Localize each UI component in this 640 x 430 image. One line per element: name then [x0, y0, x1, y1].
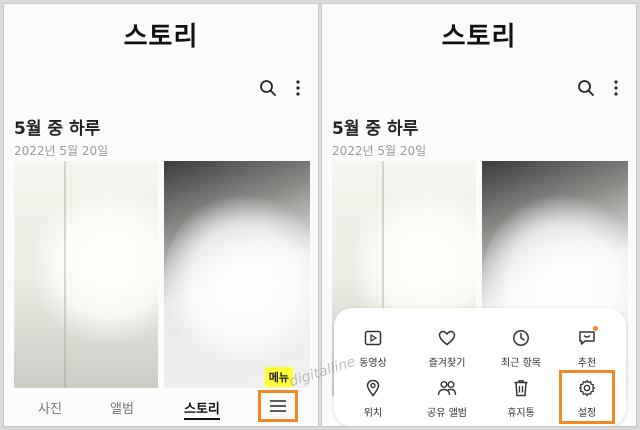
- story-date: 2022년 5월 20일: [332, 144, 427, 158]
- menu-item-trash[interactable]: 휴지통: [489, 378, 553, 419]
- menu-item-recent[interactable]: 최근 항목: [489, 328, 553, 369]
- action-bar: [258, 78, 308, 98]
- app-title: 스토리: [123, 22, 199, 52]
- menu-item-favorites[interactable]: 즐겨찾기: [415, 328, 479, 369]
- story-photo[interactable]: [164, 161, 310, 396]
- menu-item-shared-albums[interactable]: 공유 앨범: [415, 378, 479, 419]
- video-icon: [341, 328, 405, 348]
- story-photo[interactable]: [14, 161, 158, 396]
- menu-button[interactable]: [258, 390, 298, 422]
- menu-item-locations[interactable]: 위치: [341, 378, 405, 419]
- more-vert-icon[interactable]: [288, 78, 308, 98]
- notification-dot: [593, 326, 598, 331]
- menu-item-suggestions[interactable]: 추천: [555, 326, 619, 369]
- story-date: 2022년 5월 20일: [14, 144, 109, 158]
- bottom-nav: 사진 앨범 스토리: [4, 388, 318, 426]
- tab-photos[interactable]: 사진: [38, 398, 62, 417]
- search-icon[interactable]: [576, 78, 596, 98]
- action-bar: [576, 78, 626, 98]
- settings-highlight-box: [559, 370, 615, 424]
- shared-people-icon: [415, 378, 479, 398]
- right-screen: 스토리 5월 중 하루 2022년 5월 20일 동영상 즐겨찾기 최근 항목 …: [321, 3, 637, 427]
- story-title: 5월 중 하루: [332, 119, 419, 139]
- search-icon[interactable]: [258, 78, 278, 98]
- story-title: 5월 중 하루: [14, 119, 101, 139]
- clock-icon: [489, 328, 553, 348]
- tab-stories[interactable]: 스토리: [184, 398, 220, 420]
- heart-icon: [415, 328, 479, 348]
- menu-sheet: 동영상 즐겨찾기 최근 항목 추천 위치 공유 앨범 휴지통 설정: [334, 308, 626, 426]
- location-pin-icon: [341, 378, 405, 398]
- tab-albums[interactable]: 앨범: [110, 398, 134, 417]
- more-vert-icon[interactable]: [606, 78, 626, 98]
- app-title: 스토리: [441, 22, 517, 52]
- suggestion-icon: [555, 326, 619, 348]
- trash-icon: [489, 378, 553, 398]
- left-screen: 스토리 5월 중 하루 2022년 5월 20일 메뉴 사진 앨범 스토리: [3, 3, 319, 427]
- hamburger-menu-icon: [270, 400, 286, 412]
